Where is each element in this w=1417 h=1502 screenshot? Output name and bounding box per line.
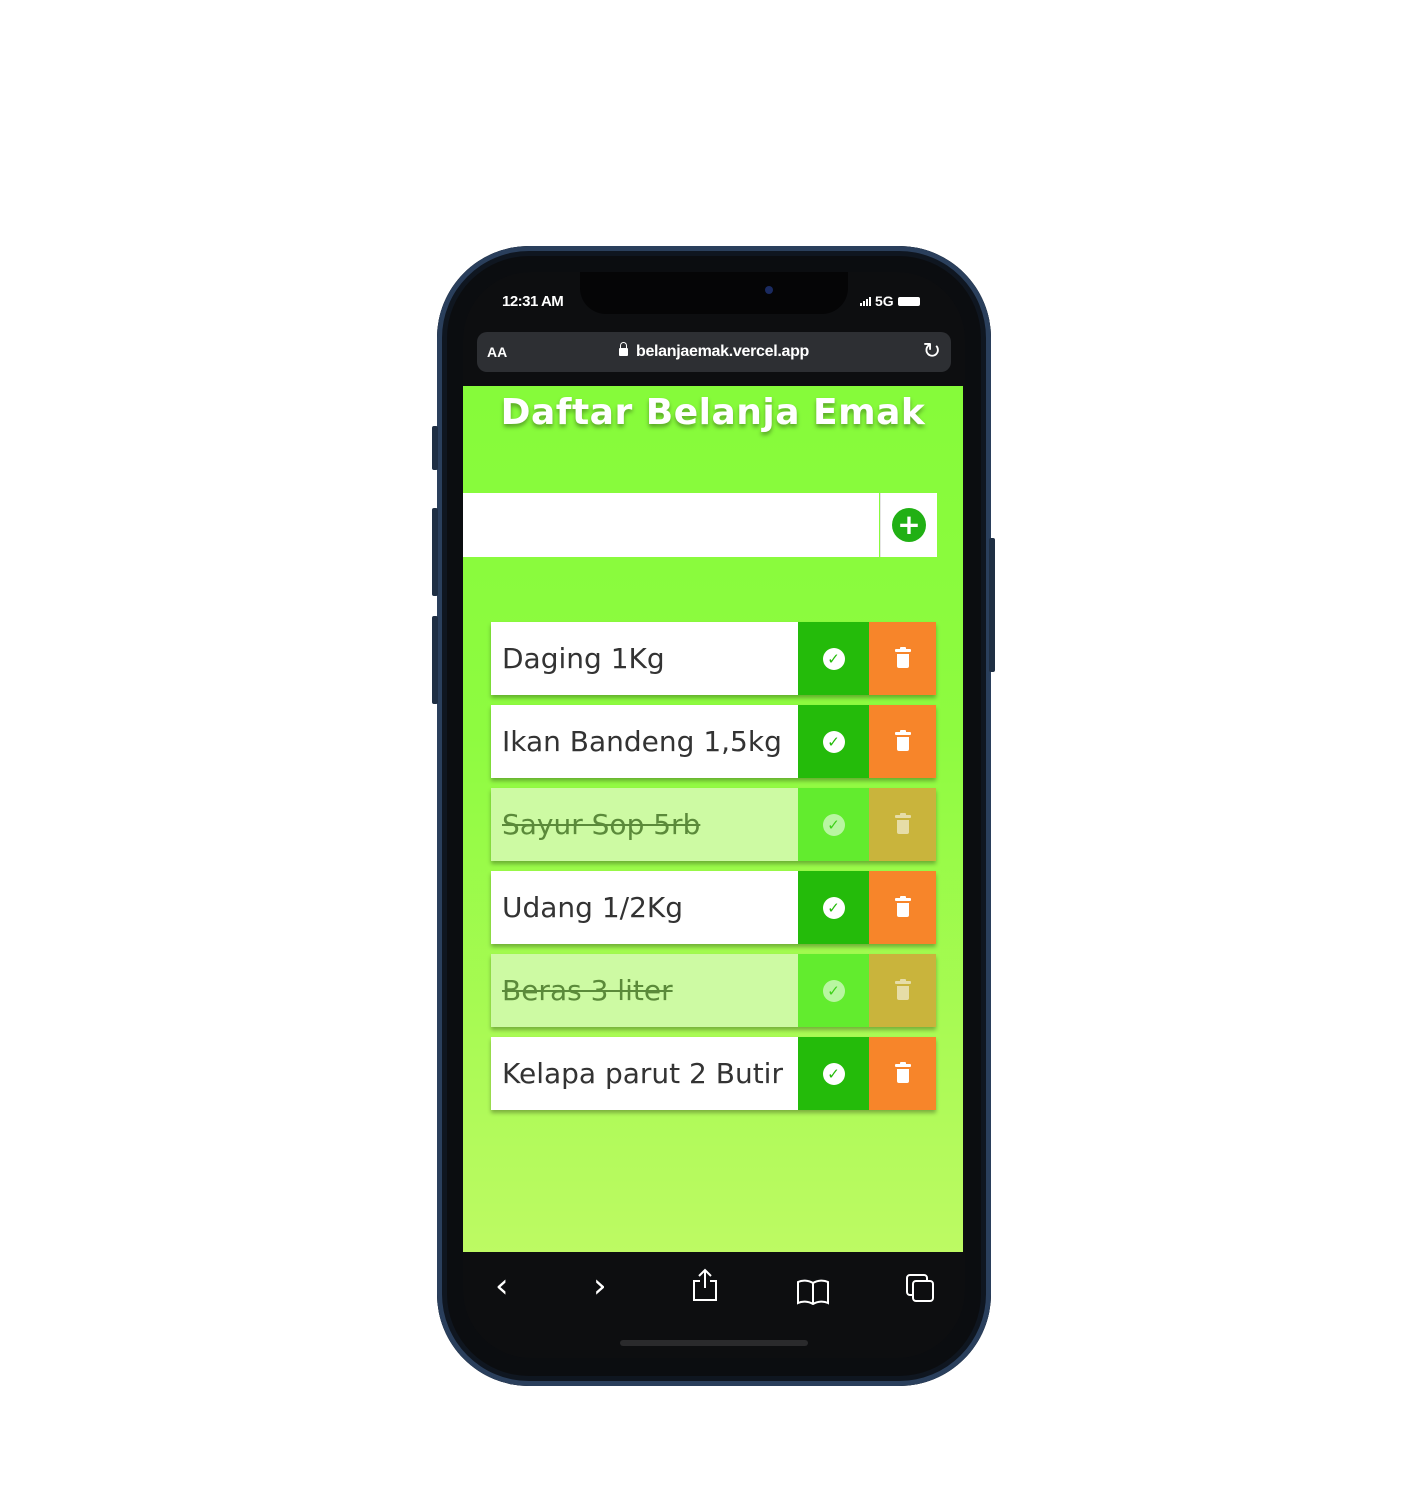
delete-button[interactable] [869,788,936,861]
network-label: 5G [875,293,894,309]
complete-button[interactable]: ✓ [798,954,869,1027]
trash-icon [894,813,911,834]
share-icon[interactable] [691,1268,719,1311]
list-item-completed: Sayur Sop 5rb ✓ [491,788,936,861]
check-circle-icon: ✓ [822,896,845,919]
notch [580,272,848,314]
volume-up-button [432,508,438,596]
complete-button[interactable]: ✓ [798,705,869,778]
status-time: 12:31 AM [502,293,564,310]
complete-button[interactable]: ✓ [798,788,869,861]
list-item-completed: Beras 3 liter ✓ [491,954,936,1027]
list-item: Daging 1Kg ✓ [491,622,936,695]
trash-icon [894,896,911,917]
list-item: Kelapa parut 2 Butir ✓ [491,1037,936,1110]
forward-icon[interactable]: › [593,1266,607,1306]
mute-switch [432,426,438,470]
battery-icon [897,296,920,306]
volume-down-button [432,616,438,704]
home-indicator [620,1340,808,1346]
delete-button[interactable] [869,705,936,778]
trash-icon [894,979,911,1000]
item-label: Beras 3 liter [491,954,798,1027]
delete-button[interactable] [869,871,936,944]
power-button [989,538,995,672]
lock-icon [618,342,628,356]
check-circle-icon: ✓ [822,1062,845,1085]
plus-circle-icon: + [892,508,926,542]
status-indicators: 5G [860,293,920,309]
complete-button[interactable]: ✓ [798,871,869,944]
camera-icon [765,286,773,294]
item-label: Daging 1Kg [491,622,798,695]
item-input[interactable] [463,493,879,557]
list-item: Udang 1/2Kg ✓ [491,871,936,944]
page-title: Daftar Belanja Emak [500,392,926,433]
reload-icon[interactable]: ↻ [923,338,941,364]
complete-button[interactable]: ✓ [798,622,869,695]
delete-button[interactable] [869,954,936,1027]
url-display[interactable]: belanjaemak.vercel.app [477,342,951,361]
back-icon[interactable]: ‹ [495,1266,509,1306]
item-label: Kelapa parut 2 Butir [491,1037,798,1110]
list-item: Ikan Bandeng 1,5kg ✓ [491,705,936,778]
browser-toolbar: ‹ › [463,1252,963,1324]
address-bar[interactable]: AA belanjaemak.vercel.app ↻ [477,332,951,372]
add-item-button[interactable]: + [880,493,937,557]
trash-icon [894,647,911,668]
signal-icon [860,296,871,306]
bookmarks-icon[interactable] [796,1274,830,1314]
delete-button[interactable] [869,1037,936,1110]
delete-button[interactable] [869,622,936,695]
tabs-icon[interactable] [905,1272,935,1312]
trash-icon [894,730,911,751]
trash-icon [894,1062,911,1083]
check-circle-icon: ✓ [822,647,845,670]
complete-button[interactable]: ✓ [798,1037,869,1110]
url-text: belanjaemak.vercel.app [635,343,810,360]
check-circle-icon: ✓ [822,730,845,753]
item-label: Sayur Sop 5rb [491,788,798,861]
check-circle-icon: ✓ [822,979,845,1002]
item-label: Ikan Bandeng 1,5kg [491,705,798,778]
check-circle-icon: ✓ [822,813,845,836]
item-label: Udang 1/2Kg [491,871,798,944]
